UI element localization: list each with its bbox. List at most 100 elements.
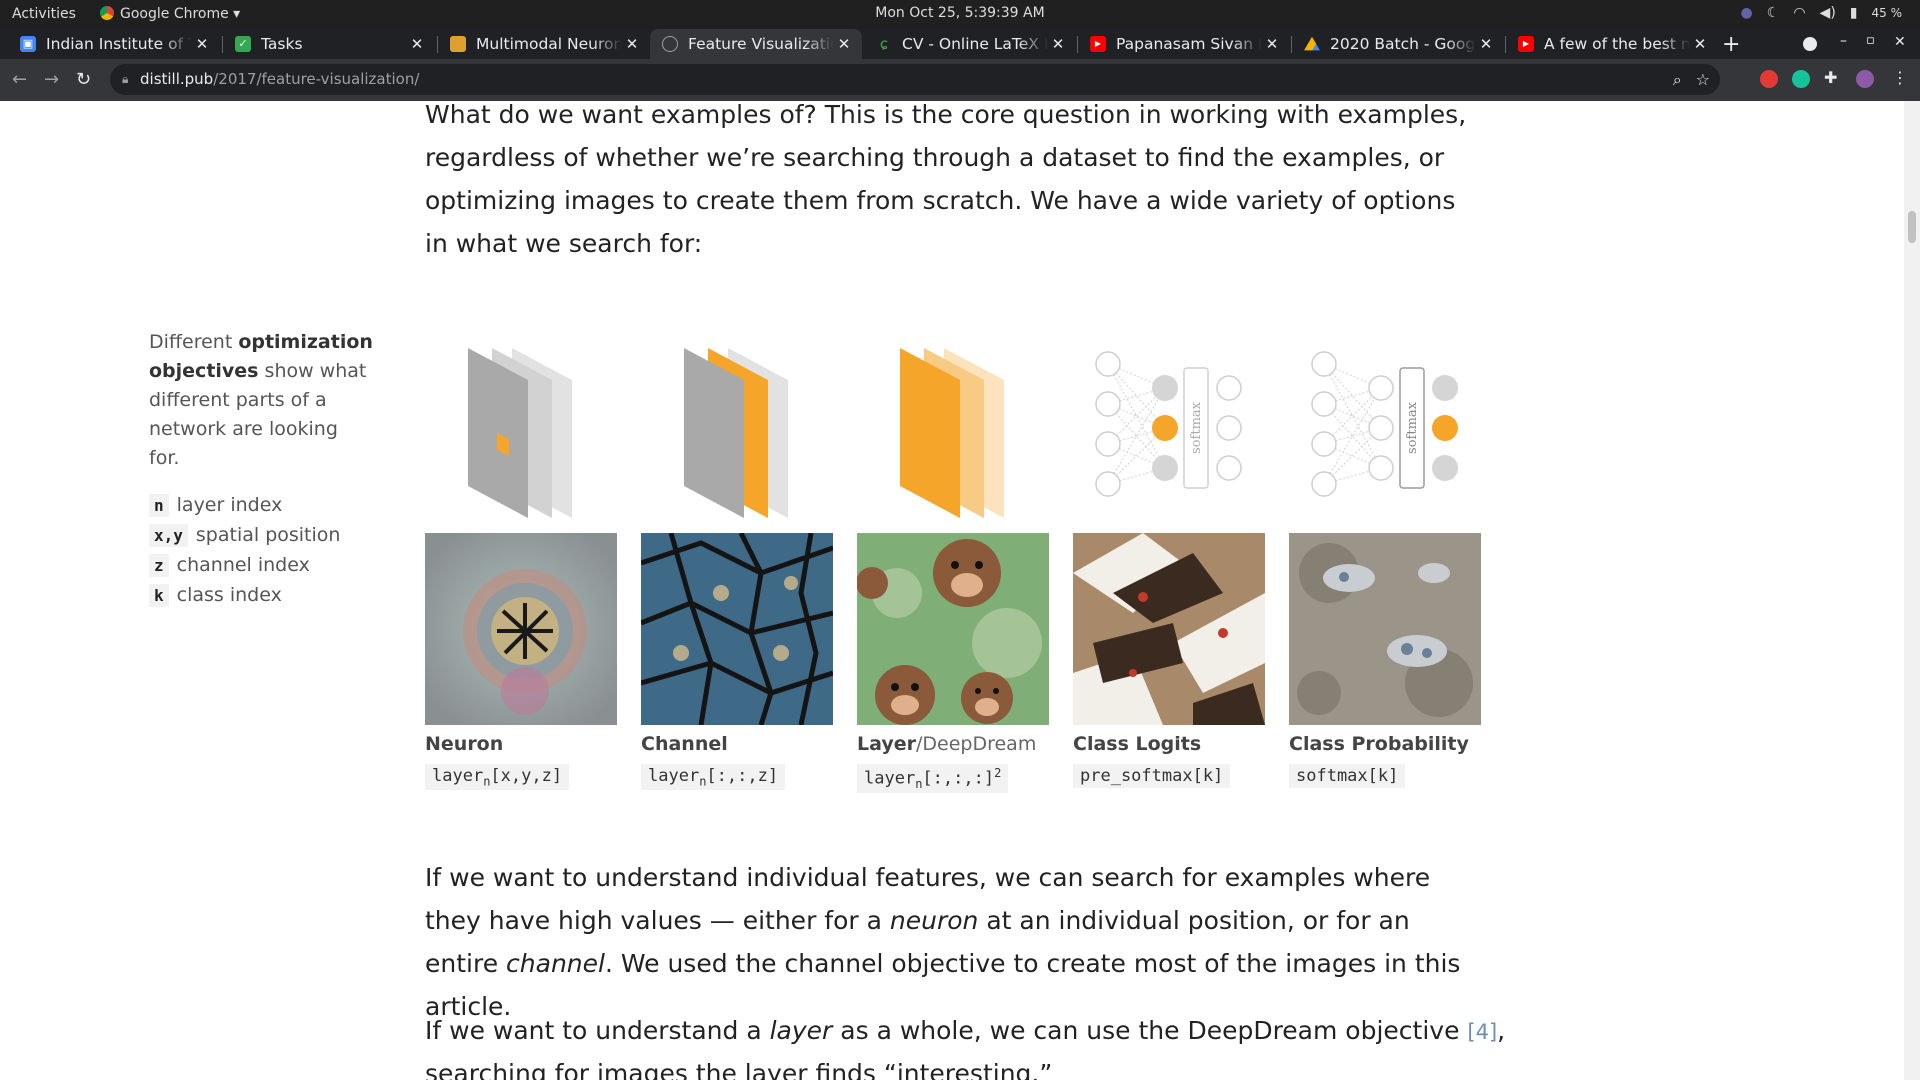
grammarly-icon[interactable] [1792, 70, 1810, 88]
deepdream-visualization-image[interactable] [857, 533, 1049, 725]
objective-formula: layern[:,:,z] [641, 764, 786, 791]
svg-text:softmax: softmax [1405, 401, 1420, 454]
system-top-bar: Activities Google Chrome ▾ Mon Oct 25, 5… [0, 0, 1920, 29]
tab-title: Papanasam Sivan Ra [1116, 35, 1262, 53]
extensions-puzzle-icon[interactable]: ✚ [1824, 68, 1842, 87]
drive-icon [1304, 36, 1320, 51]
paragraph-layer: If we want to understand a layer as a wh… [425, 1016, 1506, 1045]
zoom-icon[interactable]: ⌕ [1673, 64, 1682, 95]
tab-multimodal[interactable]: Multimodal Neurons ✕ [438, 29, 650, 59]
objective-formula: layern[x,y,z] [425, 764, 570, 791]
notation-legend: n layer index x,y spatial position z channe… [149, 490, 340, 610]
legend-item: k class index [149, 580, 340, 610]
tab-youtube-1[interactable]: ▶ Papanasam Sivan Ra ✕ [1078, 29, 1290, 59]
battery-icon: ▮ [1849, 5, 1858, 21]
objective-name: Neuron [425, 733, 504, 755]
minimize-icon[interactable]: – [1840, 33, 1847, 49]
new-tab-button[interactable]: + [1722, 32, 1740, 57]
objective-name: Class Probability [1289, 733, 1469, 755]
objective-neuron: Neuron layern[x,y,z] [425, 328, 617, 791]
figure-sidenote: Different optimization objectives show w… [149, 331, 373, 469]
youtube-icon: ▶ [1518, 36, 1534, 52]
intro-paragraph: What do we want examples of? This is the… [425, 101, 1467, 258]
tab-title: A few of the best m [1544, 35, 1690, 53]
tab-feature-visualization[interactable]: Feature Visualization ✕ [650, 29, 862, 59]
close-icon[interactable]: ✕ [1476, 35, 1496, 53]
address-bar[interactable]: 🔒︎ distill.pub/2017/feature-visualizatio… [110, 64, 1720, 95]
tab-title: Multimodal Neurons [476, 35, 622, 53]
tab-youtube-2[interactable]: ▶ A few of the best m ✕ [1506, 29, 1718, 59]
page-scrollbar[interactable] [1904, 101, 1920, 1080]
class-probability-visualization-image[interactable] [1289, 533, 1481, 725]
tab-title: Indian Institute of Te [46, 35, 192, 53]
app-menu-label: Google Chrome ▾ [120, 6, 241, 22]
objective-name: Class Logits [1073, 733, 1202, 755]
class-logits-visualization-image[interactable] [1073, 533, 1265, 725]
wifi-icon: ◠ [1793, 5, 1806, 21]
close-icon[interactable]: ✕ [407, 35, 427, 53]
tab-title: 2020 Batch - Google [1330, 35, 1476, 53]
tab-favicon [450, 36, 466, 52]
bookmark-star-icon[interactable]: ☆ [1696, 64, 1710, 95]
objective-channel: Channel layern[:,:,z] [641, 328, 833, 791]
tab-title: Feature Visualization [688, 35, 834, 53]
clock[interactable]: Mon Oct 25, 5:39:39 AM [0, 5, 1920, 21]
objective-formula: softmax[k] [1289, 764, 1406, 788]
tab-overleaf[interactable]: ɕ CV - Online LaTeX Ed ✕ [864, 29, 1076, 59]
youtube-icon: ▶ [1090, 36, 1106, 52]
overleaf-icon: ɕ [879, 35, 889, 53]
extension-red-icon[interactable] [1760, 70, 1778, 88]
menu-kebab-icon[interactable]: ⋮ [1892, 68, 1910, 87]
check-icon: ✓ [235, 36, 251, 52]
close-icon[interactable]: ✕ [1690, 35, 1710, 53]
objective-name: Layer/DeepDream [857, 733, 1037, 755]
toolbar: ← → ↻ 🔒︎ distill.pub/2017/feature-visual… [0, 59, 1920, 101]
svg-text:softmax: softmax [1189, 401, 1204, 454]
objective-formula: pre_softmax[k] [1073, 764, 1231, 788]
tab-favicon: ▣ [20, 36, 36, 52]
tab-iit[interactable]: ▣ Indian Institute of Te ✕ [8, 29, 220, 59]
class-probability-diagram: softmax [1311, 351, 1458, 497]
objective-name: Channel [641, 733, 728, 755]
back-icon[interactable]: ← [12, 69, 27, 90]
citation-link[interactable]: [4] [1467, 1020, 1497, 1044]
objective-formula: layern[:,:,:]2 [857, 764, 1009, 794]
url-host: distill.pub [140, 70, 214, 88]
teams-icon: ● [1740, 5, 1753, 21]
tab-strip: ▣ Indian Institute of Te ✕ ✓ Tasks ✕ Multimo… [0, 29, 1920, 59]
layer-diagram [900, 348, 1004, 518]
legend-item: z channel index [149, 550, 340, 580]
battery-level: 45 % [1871, 6, 1903, 20]
chrome-icon [100, 6, 114, 20]
channel-visualization-image[interactable] [641, 533, 833, 725]
tab-title: Tasks [261, 35, 303, 53]
system-tray[interactable]: ● ☾ ◠ ◀) ▮ 45 % [1741, 5, 1902, 21]
reload-icon[interactable]: ↻ [76, 69, 91, 90]
close-icon[interactable]: ✕ [834, 35, 854, 53]
tab-search-icon[interactable] [1803, 37, 1817, 51]
tab-tasks[interactable]: ✓ Tasks ✕ [223, 29, 435, 59]
maximize-icon[interactable]: ▫ [1866, 33, 1875, 48]
night-light-icon: ☾ [1766, 5, 1780, 21]
close-icon[interactable]: ✕ [1048, 35, 1068, 53]
activities-button[interactable]: Activities [12, 6, 76, 22]
tab-drive[interactable]: 2020 Batch - Google ✕ [1292, 29, 1504, 59]
close-window-icon[interactable]: ✕ [1894, 34, 1906, 50]
tab-title: CV - Online LaTeX Ed [902, 35, 1048, 53]
scrollbar-thumb[interactable] [1908, 211, 1916, 243]
close-icon[interactable]: ✕ [1262, 35, 1282, 53]
neuron-diagram [468, 348, 572, 518]
objective-layer-deepdream: Layer/DeepDream layern[:,:,:]2 [857, 328, 1049, 794]
forward-icon[interactable]: → [44, 69, 59, 90]
close-icon[interactable]: ✕ [192, 35, 212, 53]
distill-icon [662, 36, 678, 52]
app-menu[interactable]: Google Chrome ▾ [100, 6, 240, 22]
legend-item: n layer index [149, 490, 340, 520]
legend-item: x,y spatial position [149, 520, 340, 550]
paragraph-features: If we want to understand individual feat… [425, 863, 1461, 1021]
neuron-visualization-image[interactable] [425, 533, 617, 725]
profile-avatar[interactable] [1856, 70, 1874, 88]
channel-diagram [684, 348, 788, 518]
close-icon[interactable]: ✕ [622, 35, 642, 53]
url-path: /2017/feature-visualization/ [213, 70, 420, 88]
